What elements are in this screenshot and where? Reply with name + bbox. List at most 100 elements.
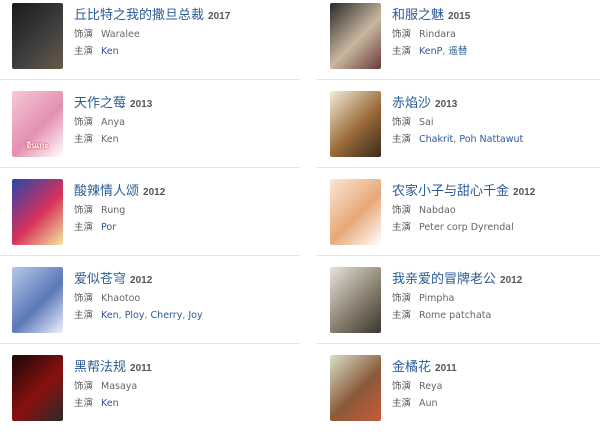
poster-thumbnail[interactable]: [12, 179, 63, 245]
poster-thumbnail[interactable]: [330, 91, 381, 157]
star-label: 主演: [392, 398, 412, 409]
drama-title-link[interactable]: 农家小子与甜心千金: [392, 184, 509, 199]
drama-year: 2013: [435, 99, 458, 110]
star-link[interactable]: Joy: [188, 310, 202, 321]
role-name: Masaya: [101, 381, 138, 392]
drama-card: 金橘花 2011 饰演 Reya 主演 Aun: [317, 352, 600, 440]
role-label: 饰演: [74, 205, 94, 216]
role-name: Pimpha: [419, 293, 455, 304]
role-name: Rung: [101, 205, 126, 216]
drama-title-link[interactable]: 丘比特之我的撒旦总裁: [74, 8, 204, 23]
role-line: 饰演 Nabdao: [392, 202, 456, 216]
role-name: Waralee: [101, 29, 140, 40]
drama-card: 赤焰沙 2013 饰演 Sai 主演 Chakrit, Poh Nattawut: [317, 88, 600, 176]
star-line: 主演 Ken: [74, 395, 119, 409]
role-label: 饰演: [392, 29, 412, 40]
poster-thumbnail[interactable]: [330, 3, 381, 69]
star-name: Rome patchata: [419, 310, 492, 321]
drama-title-link[interactable]: 赤焰沙: [392, 96, 431, 111]
poster-title-text: อินเกะ: [26, 141, 49, 150]
star-label: 主演: [74, 310, 94, 321]
title-row: 酸辣情人颂 2012: [74, 180, 165, 200]
poster-thumbnail[interactable]: [330, 355, 381, 421]
star-name: Peter corp Dyrendal: [419, 222, 514, 233]
role-line: 饰演 Khaotoo: [74, 290, 140, 304]
role-line: 饰演 Reya: [392, 378, 442, 392]
star-label: 主演: [74, 46, 94, 57]
role-line: 饰演 Rung: [74, 202, 125, 216]
title-row: 黑帮法规 2011: [74, 356, 152, 376]
star-line: 主演 Chakrit, Poh Nattawut: [392, 131, 523, 145]
poster-thumbnail[interactable]: อินเกะ: [12, 91, 63, 157]
role-line: 饰演 Pimpha: [392, 290, 454, 304]
role-line: 饰演 Waralee: [74, 26, 140, 40]
star-label: 主演: [392, 310, 412, 321]
star-link[interactable]: Ken: [101, 398, 119, 409]
star-link[interactable]: Ploy: [125, 310, 145, 321]
star-link[interactable]: Poh Nattawut: [459, 134, 523, 145]
star-link[interactable]: Cherry: [151, 310, 183, 321]
drama-title-link[interactable]: 天作之莓: [74, 96, 126, 111]
role-line: 饰演 Rindara: [392, 26, 456, 40]
drama-grid: 丘比特之我的撒旦总裁 2017 饰演 Waralee 主演 Ken อินเกะ 天作之莓 20…: [0, 0, 600, 421]
role-label: 饰演: [74, 293, 94, 304]
row-divider: [0, 79, 300, 80]
title-row: 我亲爱的冒牌老公 2012: [392, 268, 522, 288]
star-line: 主演 Ken: [74, 131, 119, 145]
drama-title-link[interactable]: 酸辣情人颂: [74, 184, 139, 199]
star-line: 主演 Peter corp Dyrendal: [392, 219, 514, 233]
role-line: 饰演 Anya: [74, 114, 125, 128]
drama-title-link[interactable]: 金橘花: [392, 360, 431, 375]
row-divider: [0, 255, 300, 256]
star-link[interactable]: 遥替: [448, 46, 467, 57]
role-name: Rindara: [419, 29, 456, 40]
drama-title-link[interactable]: 爱似苍穹: [74, 272, 126, 287]
title-row: 赤焰沙 2013: [392, 92, 457, 112]
drama-year: 2017: [208, 11, 231, 22]
drama-year: 2012: [130, 275, 153, 286]
role-label: 饰演: [392, 205, 412, 216]
title-row: 天作之莓 2013: [74, 92, 152, 112]
role-name: Nabdao: [419, 205, 456, 216]
role-name: Khaotoo: [101, 293, 141, 304]
role-label: 饰演: [74, 29, 94, 40]
role-name: Sai: [419, 117, 434, 128]
drama-title-link[interactable]: 和服之魅: [392, 8, 444, 23]
star-line: 主演 Ken: [74, 43, 119, 57]
drama-year: 2011: [130, 363, 152, 374]
title-row: 爱似苍穹 2012: [74, 268, 152, 288]
star-label: 主演: [74, 222, 94, 233]
poster-thumbnail[interactable]: [12, 267, 63, 333]
star-link[interactable]: Por: [101, 222, 116, 233]
poster-thumbnail[interactable]: [12, 355, 63, 421]
role-line: 饰演 Masaya: [74, 378, 137, 392]
star-link[interactable]: Ken: [101, 310, 119, 321]
title-row: 农家小子与甜心千金 2012: [392, 180, 535, 200]
star-link[interactable]: Ken: [101, 46, 119, 57]
role-label: 饰演: [74, 381, 94, 392]
star-link[interactable]: KenP: [419, 46, 442, 57]
role-label: 饰演: [74, 117, 94, 128]
drama-year: 2015: [448, 11, 471, 22]
star-link[interactable]: Chakrit: [419, 134, 453, 145]
star-label: 主演: [74, 134, 94, 145]
star-name: Ken: [101, 134, 119, 145]
poster-thumbnail[interactable]: [330, 179, 381, 245]
drama-title-link[interactable]: 我亲爱的冒牌老公: [392, 272, 496, 287]
role-line: 饰演 Sai: [392, 114, 434, 128]
role-label: 饰演: [392, 293, 412, 304]
row-divider: [0, 167, 300, 168]
drama-card: 农家小子与甜心千金 2012 饰演 Nabdao 主演 Peter corp Dyrend…: [317, 176, 600, 264]
poster-thumbnail[interactable]: [330, 267, 381, 333]
drama-card: อินเกะ 天作之莓 2013 饰演 Anya 主演 Ken: [0, 88, 283, 176]
drama-year: 2012: [143, 187, 166, 198]
row-divider: [0, 343, 300, 344]
drama-card: 爱似苍穹 2012 饰演 Khaotoo 主演 Ken, Ploy, Cherry, Jo…: [0, 264, 283, 352]
drama-title-link[interactable]: 黑帮法规: [74, 360, 126, 375]
title-row: 和服之魅 2015: [392, 4, 470, 24]
star-line: 主演 Aun: [392, 395, 438, 409]
poster-thumbnail[interactable]: [12, 3, 63, 69]
star-line: 主演 Ken, Ploy, Cherry, Joy: [74, 307, 203, 321]
role-name: Anya: [101, 117, 125, 128]
role-name: Reya: [419, 381, 443, 392]
